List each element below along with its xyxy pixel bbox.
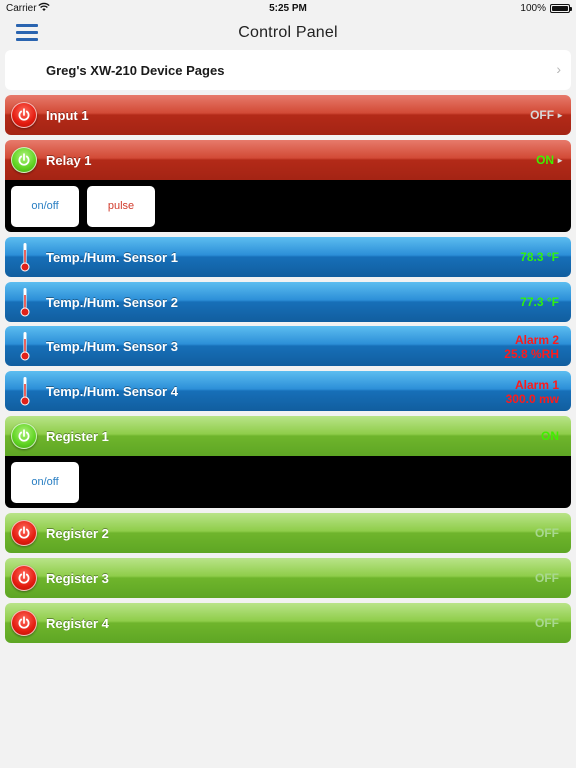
row-label: Temp./Hum. Sensor 2: [46, 295, 178, 310]
status-value: OFF: [535, 571, 559, 585]
triangle-right-icon: ►: [556, 111, 564, 120]
status-value: OFF ►: [530, 108, 564, 122]
page-title: Control Panel: [238, 24, 338, 41]
row-temp-sensor-4[interactable]: Temp./Hum. Sensor 4 Alarm 1 300.0 mw: [5, 371, 571, 411]
power-icon[interactable]: [11, 147, 37, 173]
status-bar: Carrier 5:25 PM 100%: [0, 0, 576, 18]
device-pages-label: Greg's XW-210 Device Pages: [46, 63, 225, 78]
thermometer-icon: [20, 243, 30, 272]
row-register-2[interactable]: Register 2 OFF: [5, 513, 571, 553]
row-label: Temp./Hum. Sensor 4: [46, 384, 178, 399]
chevron-right-icon: ›: [556, 61, 561, 77]
alarm-status: Alarm 1: [514, 378, 559, 392]
register-1-controls: on/off: [5, 456, 571, 508]
status-value: 77.3 °F: [520, 295, 559, 309]
battery-icon: [550, 4, 572, 13]
row-label: Register 3: [46, 571, 109, 586]
relay-onoff-button[interactable]: on/off: [11, 186, 79, 227]
power-icon[interactable]: [11, 565, 37, 591]
power-icon[interactable]: [11, 520, 37, 546]
row-label: Register 2: [46, 526, 109, 541]
row-register-4[interactable]: Register 4 OFF: [5, 603, 571, 643]
battery-percent: 100%: [520, 3, 546, 14]
power-icon[interactable]: [11, 423, 37, 449]
alarm-value: 25.8 %RH: [504, 347, 559, 361]
thermometer-icon: [20, 332, 30, 361]
row-register-3[interactable]: Register 3 OFF: [5, 558, 571, 598]
thermometer-icon: [20, 377, 30, 406]
thermometer-icon: [20, 288, 30, 317]
row-temp-sensor-3[interactable]: Temp./Hum. Sensor 3 Alarm 2 25.8 %RH: [5, 326, 571, 366]
row-label: Register 1: [46, 429, 109, 444]
row-label: Temp./Hum. Sensor 3: [46, 339, 178, 354]
row-input-1[interactable]: Input 1 OFF ►: [5, 95, 571, 135]
alarm-value: 300.0 mw: [505, 392, 559, 406]
relay-1-controls: on/off pulse: [5, 180, 571, 232]
power-icon[interactable]: [11, 610, 37, 636]
status-value: 78.3 °F: [520, 250, 559, 264]
triangle-right-icon: ►: [556, 156, 564, 165]
clock: 5:25 PM: [269, 3, 307, 14]
nav-bar: Control Panel: [0, 18, 576, 48]
status-value: ON: [541, 429, 559, 443]
row-temp-sensor-1[interactable]: Temp./Hum. Sensor 1 78.3 °F: [5, 237, 571, 277]
row-temp-sensor-2[interactable]: Temp./Hum. Sensor 2 77.3 °F: [5, 282, 571, 322]
relay-pulse-button[interactable]: pulse: [87, 186, 155, 227]
status-value: ON ►: [536, 153, 564, 167]
row-label: Relay 1: [46, 153, 92, 168]
power-icon[interactable]: [11, 102, 37, 128]
row-label: Temp./Hum. Sensor 1: [46, 250, 178, 265]
row-register-1[interactable]: Register 1 ON: [5, 416, 571, 456]
register-onoff-button[interactable]: on/off: [11, 462, 79, 503]
status-value: OFF: [535, 616, 559, 630]
row-relay-1[interactable]: Relay 1 ON ►: [5, 140, 571, 180]
device-pages-row[interactable]: Greg's XW-210 Device Pages ›: [5, 50, 571, 90]
alarm-status: Alarm 2: [514, 333, 559, 347]
row-label: Input 1: [46, 108, 89, 123]
status-value: OFF: [535, 526, 559, 540]
row-label: Register 4: [46, 616, 109, 631]
